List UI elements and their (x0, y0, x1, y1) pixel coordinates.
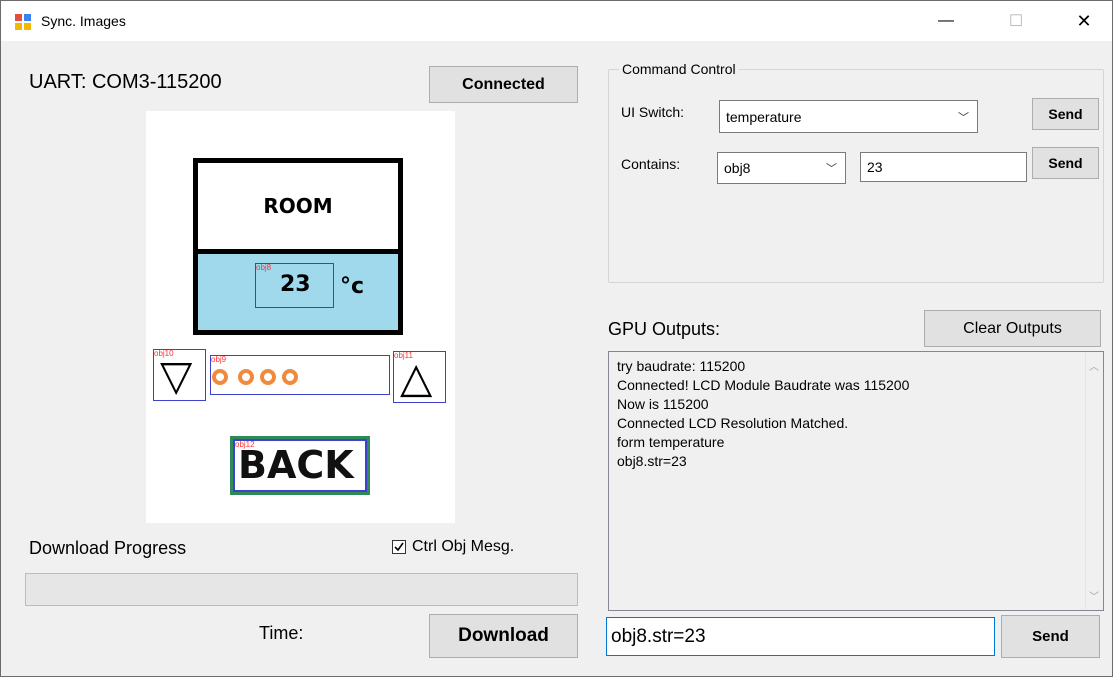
ui-switch-dropdown[interactable]: temperature ﹀ (719, 100, 978, 133)
chevron-down-icon: ﹀ (958, 111, 969, 124)
connect-button[interactable]: Connected (429, 66, 578, 103)
room-panel: ROOM (193, 158, 403, 335)
contains-obj-dropdown[interactable]: obj8 ﹀ (717, 152, 846, 184)
app-icon (15, 14, 31, 30)
ctrl-obj-label: Ctrl Obj Mesg. (412, 538, 515, 555)
close-button[interactable]: ✕ (1061, 1, 1107, 41)
output-line: Now is 115200 (617, 396, 709, 412)
contains-value-input[interactable]: 23 (860, 152, 1027, 182)
chevron-down-icon: ﹀ (826, 163, 837, 175)
command-input[interactable]: obj8.str=23 (606, 617, 995, 656)
scroll-up-icon[interactable]: ︿ (1089, 358, 1099, 373)
output-line: form temperature (617, 434, 725, 450)
contains-obj-value: obj8 (724, 160, 751, 176)
checkmark-icon (394, 542, 404, 552)
obj8-box[interactable]: obj8 23 (255, 263, 334, 308)
obj11-box[interactable]: obj11 △ (393, 351, 446, 403)
ctrl-obj-checkbox[interactable] (392, 540, 406, 554)
obj9-tag: obj9 (211, 355, 227, 364)
output-line: try baudrate: 115200 (617, 358, 746, 374)
output-scrollbar[interactable]: ︿ ﹀ (1085, 352, 1103, 610)
title-bar[interactable]: Sync. Images — ☐ ✕ (1, 1, 1112, 41)
main-window: Sync. Images — ☐ ✕ UART: COM3-115200 Con… (0, 0, 1113, 677)
time-label: Time: (259, 623, 304, 643)
down-arrow-icon: ▽ (160, 351, 193, 400)
minimize-button[interactable]: — (923, 1, 969, 41)
command-input-value: obj8.str=23 (611, 625, 706, 647)
gpu-output-lines: try baudrate: 115200 Connected! LCD Modu… (617, 357, 909, 471)
download-progress-label: Download Progress (29, 538, 187, 558)
maximize-button[interactable]: ☐ (993, 1, 1039, 41)
temperature-value: 23 (280, 272, 311, 297)
command-control-group: Command Control (608, 61, 1104, 283)
command-send-button[interactable]: Send (1001, 615, 1100, 658)
back-label: BACK (238, 443, 354, 487)
gpu-outputs-label: GPU Outputs: (608, 319, 721, 339)
unit-label: °c (340, 274, 365, 299)
progress-dots-icon (212, 369, 298, 385)
ui-switch-send-button[interactable]: Send (1032, 98, 1099, 130)
scroll-down-icon[interactable]: ﹀ (1089, 588, 1099, 603)
output-line: obj8.str=23 (617, 453, 687, 469)
output-line: Connected LCD Resolution Matched. (617, 415, 849, 431)
obj8-tag: obj8 (256, 263, 272, 272)
obj9-box[interactable]: obj9 (210, 355, 390, 395)
up-arrow-icon: △ (400, 353, 433, 402)
screen-preview: ROOM obj8 23 °c obj10 ▽ obj9 obj11 △ obj… (146, 111, 455, 523)
contains-value-text: 23 (867, 159, 883, 175)
ui-switch-value: temperature (726, 108, 802, 125)
clear-outputs-button[interactable]: Clear Outputs (924, 310, 1101, 347)
obj12-box[interactable]: obj12 BACK (230, 436, 370, 495)
output-line: Connected! LCD Module Baudrate was 11520… (617, 377, 910, 393)
download-button[interactable]: Download (429, 614, 578, 658)
contains-label: Contains: (621, 156, 681, 172)
uart-label: UART: COM3-115200 (29, 71, 222, 93)
contains-send-button[interactable]: Send (1032, 147, 1099, 179)
download-progress-bar (25, 573, 578, 606)
ui-switch-label: UI Switch: (621, 104, 685, 120)
obj10-box[interactable]: obj10 ▽ (153, 349, 206, 401)
window-title: Sync. Images (41, 13, 126, 29)
command-control-legend: Command Control (622, 61, 736, 77)
room-label: ROOM (263, 194, 333, 218)
gpu-output-textarea[interactable]: try baudrate: 115200 Connected! LCD Modu… (608, 351, 1104, 611)
